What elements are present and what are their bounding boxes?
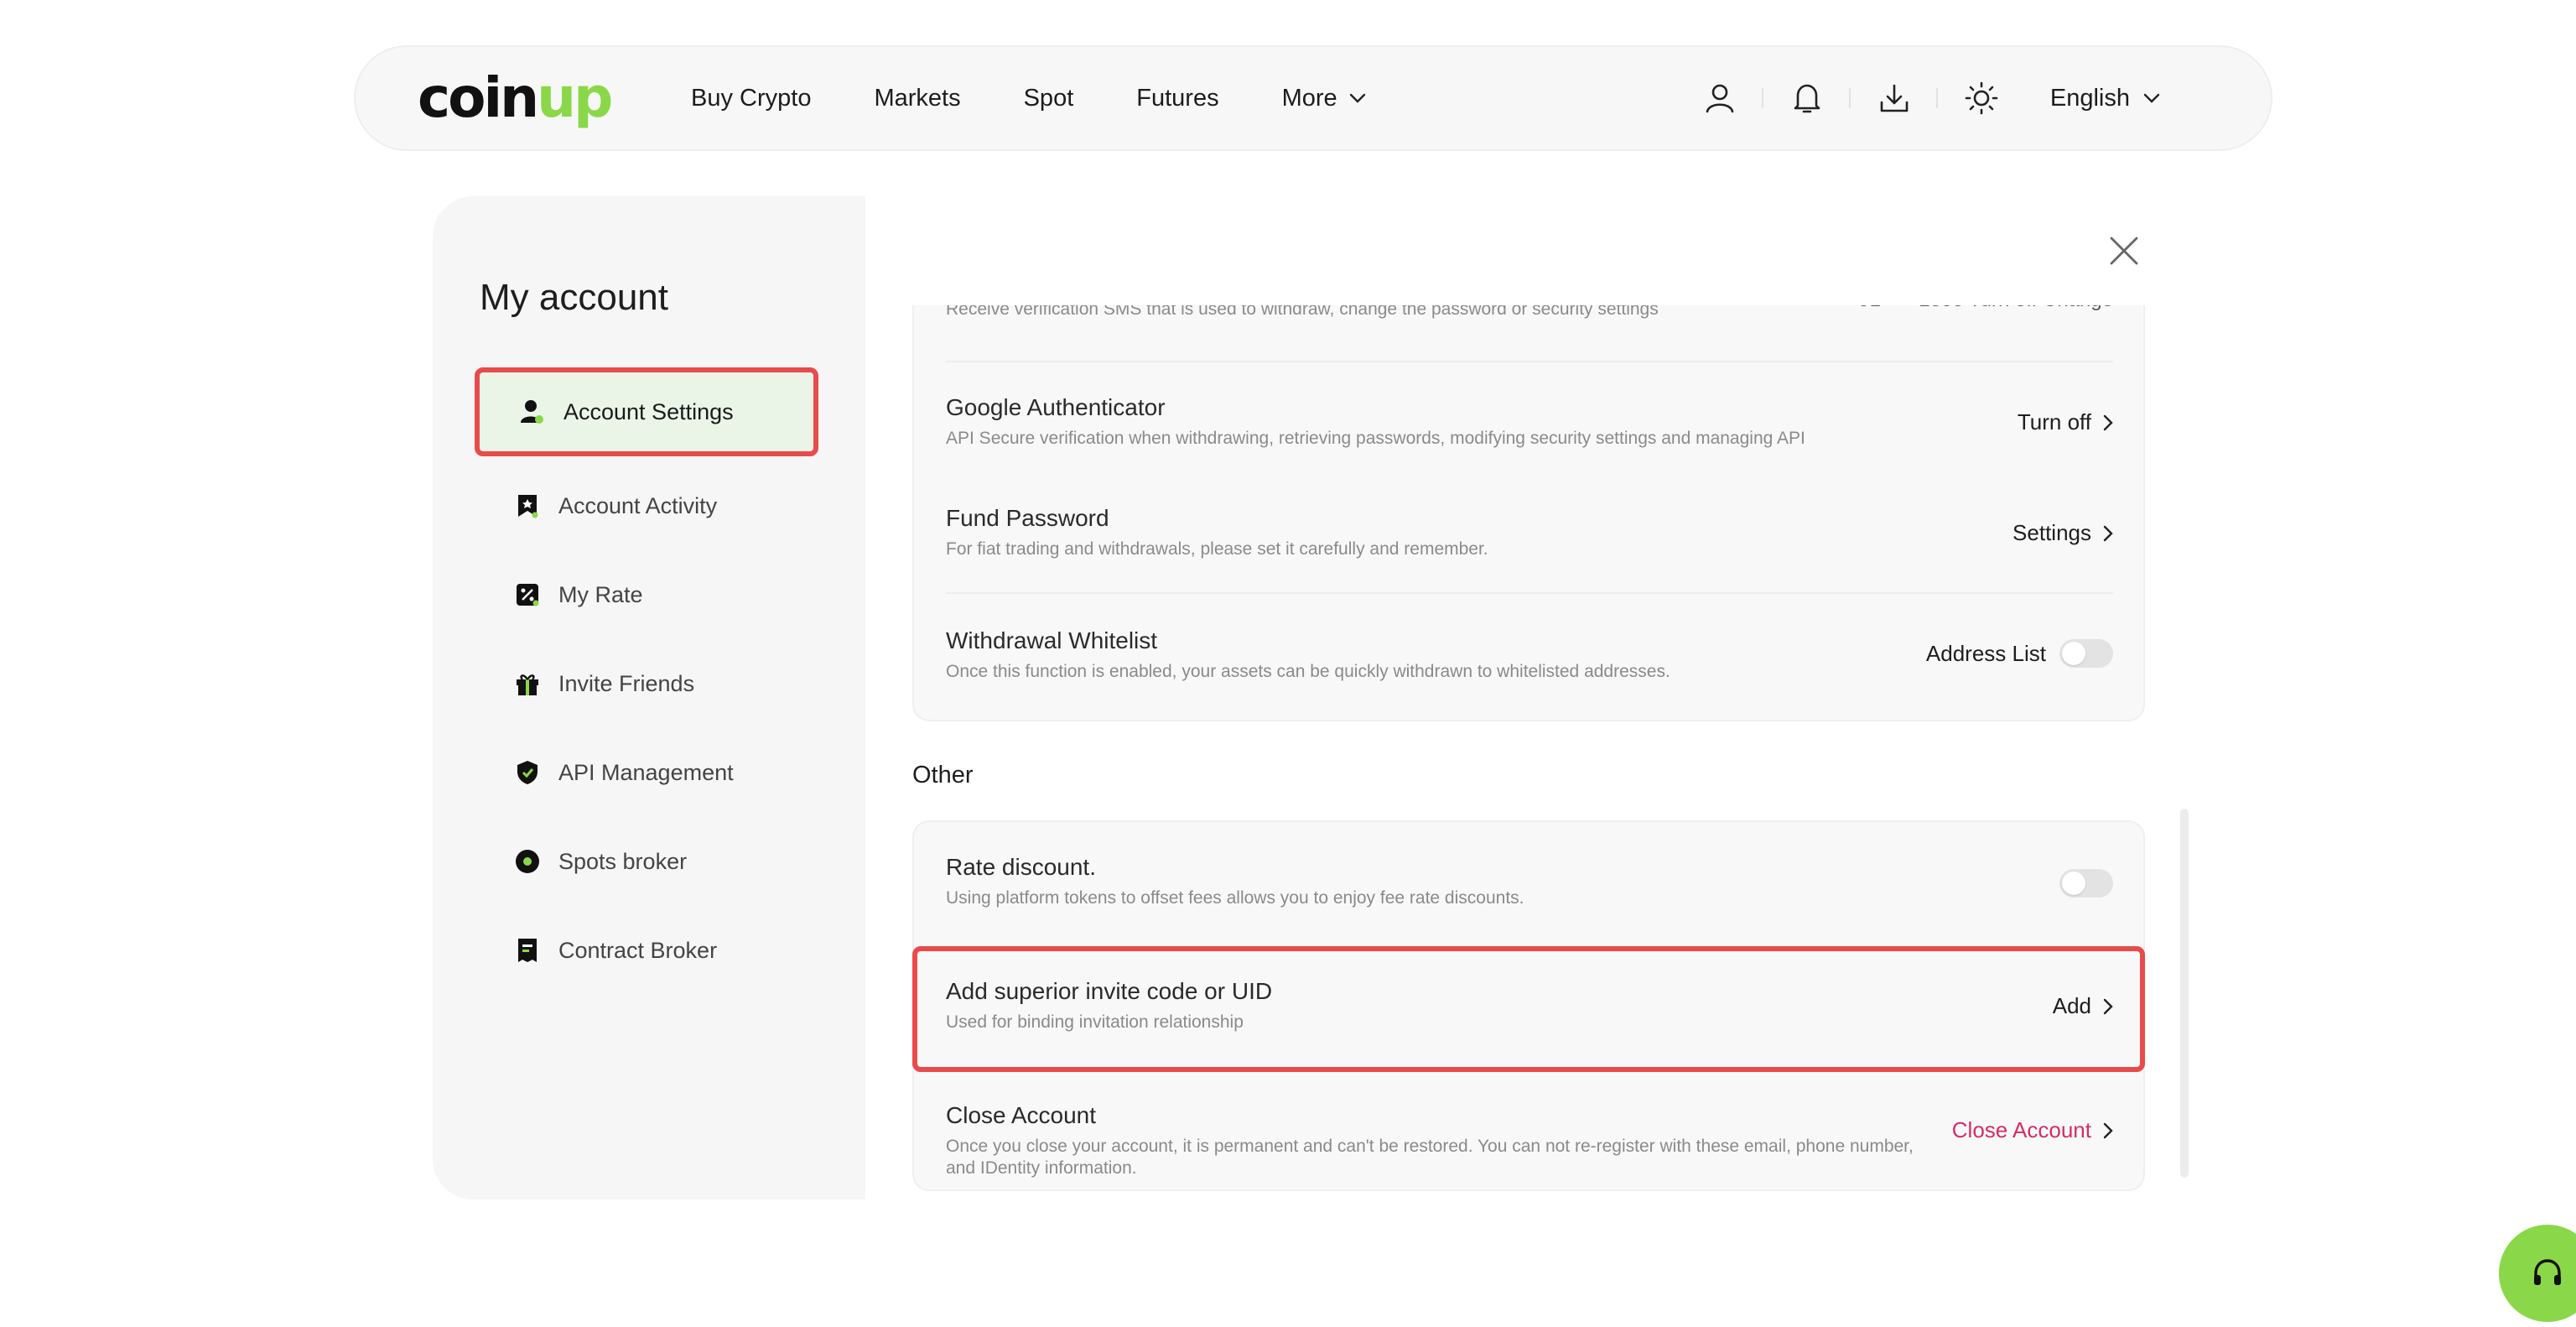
language-label: English <box>2049 84 2130 112</box>
address-list-link[interactable]: Address List <box>1926 641 2046 667</box>
close-icon[interactable] <box>2108 235 2140 267</box>
account-sidebar: My account Account Settings Account Acti… <box>433 196 865 1200</box>
sidebar-item-contract-broker[interactable]: Contract Broker <box>475 906 818 995</box>
logo-text-coin: coin <box>418 65 539 130</box>
nav-spot[interactable]: Spot <box>1024 85 1074 112</box>
close-account-button[interactable]: Close Account <box>1952 1117 2113 1143</box>
google-authenticator-desc: API Secure verification when withdrawing… <box>946 429 1805 448</box>
invite-code-desc: Used for binding invitation relationship <box>946 1012 1244 1032</box>
other-settings-panel: Rate discount. Using platform tokens to … <box>912 820 2145 1191</box>
action-label: Close Account <box>1951 1117 2091 1142</box>
chevron-right-icon <box>2103 998 2113 1014</box>
nav-right: English <box>1676 47 2271 149</box>
rate-discount-toggle-wrap <box>2059 869 2113 898</box>
action-label: Settings <box>2012 520 2091 545</box>
logo-text-up: up <box>537 65 613 130</box>
action-label: Turn off <box>2017 409 2091 435</box>
download-icon[interactable] <box>1851 73 1938 123</box>
action-label: Add <box>2052 993 2091 1018</box>
nav-buy-crypto[interactable]: Buy Crypto <box>691 85 811 112</box>
close-account-desc: Once you close your account, it is perma… <box>946 1137 1914 1178</box>
google-authenticator-row: Google Authenticator API Secure verifica… <box>946 394 2113 450</box>
fund-password-settings-button[interactable]: Settings <box>2012 520 2113 546</box>
shield-icon <box>515 760 540 785</box>
customer-support-button[interactable] <box>2499 1225 2576 1322</box>
nav-markets[interactable]: Markets <box>874 85 960 112</box>
receipt-icon <box>515 938 540 963</box>
sidebar-item-invite-friends[interactable]: Invite Friends <box>475 639 818 728</box>
other-section-title: Other <box>912 762 974 788</box>
sms-actions-partial[interactable]: +91 ···· 1333 Turn off Change <box>1846 305 2113 312</box>
close-account-title: Close Account <box>946 1102 1096 1128</box>
sidebar-item-label: Account Settings <box>564 398 734 424</box>
coinup-logo[interactable]: coinup <box>418 69 613 127</box>
sidebar-item-api-management[interactable]: API Management <box>475 728 818 817</box>
rate-discount-toggle[interactable] <box>2059 869 2113 898</box>
rate-discount-title: Rate discount. <box>946 854 1096 880</box>
chevron-down-icon <box>1349 93 1365 103</box>
user-icon[interactable] <box>1676 73 1763 123</box>
user-settings-icon <box>520 399 545 424</box>
sidebar-item-spots-broker[interactable]: Spots broker <box>475 817 818 906</box>
divider <box>946 361 2113 362</box>
withdrawal-whitelist-toggle[interactable] <box>2059 639 2113 668</box>
chevron-down-icon <box>2143 93 2160 103</box>
sms-verification-row: Receive verification SMS that is used to… <box>946 305 2113 320</box>
add-invite-code-button[interactable]: Add <box>2053 993 2113 1019</box>
rate-discount-desc: Using platform tokens to offset fees all… <box>946 888 1524 908</box>
invite-code-title: Add superior invite code or UID <box>946 978 1273 1004</box>
percent-icon <box>515 582 540 607</box>
top-navbar: coinup Buy Crypto Markets Spot Futures M… <box>354 45 2272 151</box>
chevron-right-icon <box>2103 1122 2113 1138</box>
sidebar-item-my-rate[interactable]: My Rate <box>475 550 818 639</box>
chevron-right-icon <box>2103 525 2113 541</box>
sidebar-item-label: My Rate <box>558 581 643 607</box>
language-selector[interactable]: English <box>2050 85 2160 112</box>
address-list-control: Address List <box>1926 639 2113 668</box>
sidebar-title: My account <box>480 277 668 318</box>
sidebar-item-account-activity[interactable]: Account Activity <box>475 461 818 550</box>
google-authenticator-title: Google Authenticator <box>946 394 1166 420</box>
bell-icon[interactable] <box>1763 73 1851 123</box>
nav-more-label: More <box>1281 84 1337 112</box>
sidebar-item-label: Account Activity <box>558 492 718 518</box>
account-settings-content: Receive verification SMS that is used to… <box>865 196 2189 1200</box>
sidebar-item-label: Contract Broker <box>558 937 718 963</box>
circle-dot-icon <box>515 849 540 874</box>
content-scrollbar[interactable] <box>2180 809 2189 1178</box>
sidebar-item-label: Invite Friends <box>558 670 695 696</box>
bookmark-star-icon <box>515 493 540 518</box>
fund-password-title: Fund Password <box>946 505 1109 531</box>
nav-more[interactable]: More <box>1282 85 1366 112</box>
withdrawal-whitelist-row: Withdrawal Whitelist Once this function … <box>946 627 2113 683</box>
divider <box>946 592 2113 594</box>
headset-icon <box>2534 1259 2561 1285</box>
google-authenticator-turn-off-button[interactable]: Turn off <box>2018 409 2113 435</box>
sidebar-item-label: Spots broker <box>558 848 688 874</box>
fund-password-row: Fund Password For fiat trading and withd… <box>946 505 2113 560</box>
nav-futures[interactable]: Futures <box>1136 85 1218 112</box>
page: coinup Buy Crypto Markets Spot Futures M… <box>0 0 2576 1327</box>
rate-discount-row: Rate discount. Using platform tokens to … <box>946 854 2113 909</box>
chevron-right-icon <box>2103 414 2113 430</box>
sidebar-item-label: API Management <box>558 759 734 785</box>
nav-links: Buy Crypto Markets Spot Futures More <box>691 47 1429 149</box>
sidebar-item-account-settings[interactable]: Account Settings <box>475 367 818 456</box>
sun-theme-icon[interactable] <box>1938 73 2025 123</box>
security-settings-panel: Receive verification SMS that is used to… <box>912 305 2145 721</box>
gift-icon <box>515 671 540 696</box>
fund-password-desc: For fiat trading and withdrawals, please… <box>946 539 1488 559</box>
close-account-row: Close Account Once you close your accoun… <box>946 1102 2113 1179</box>
invite-code-row: Add superior invite code or UID Used for… <box>946 978 2113 1033</box>
